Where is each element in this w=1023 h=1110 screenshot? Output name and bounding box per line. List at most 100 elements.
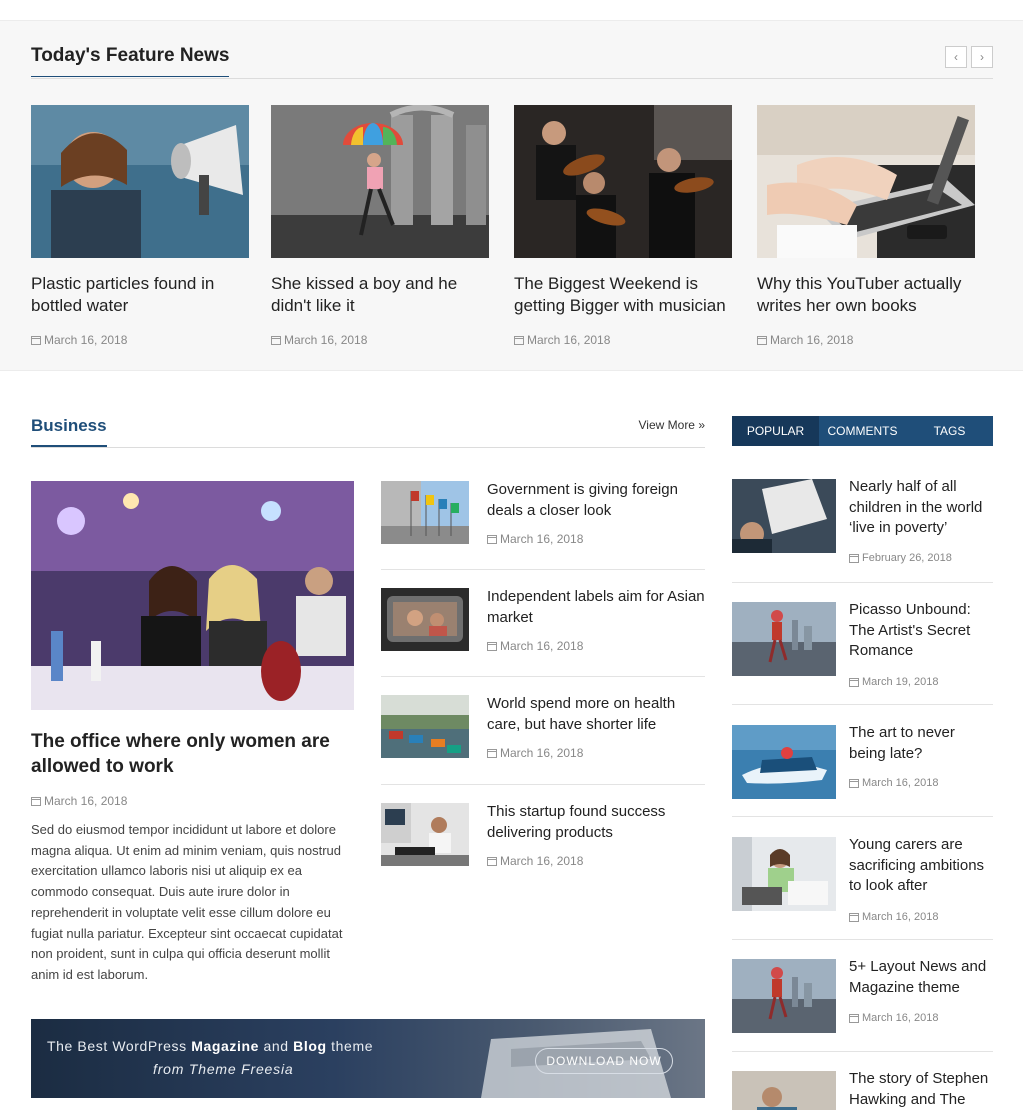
post-image[interactable] (732, 959, 836, 1033)
sidebar-post[interactable]: The story of Stephen Hawking and The (732, 1071, 993, 1110)
feature-image[interactable] (31, 105, 249, 258)
post-image[interactable] (732, 1071, 836, 1110)
date-text: March 16, 2018 (862, 911, 939, 923)
list-item-title[interactable]: Independent labels aim for Asian market (487, 586, 705, 628)
date-text: March 16, 2018 (500, 639, 584, 653)
date-text: March 16, 2018 (500, 854, 584, 868)
chevron-left-icon[interactable]: ‹ (945, 46, 967, 68)
post-date: February 26, 2018 (849, 552, 952, 564)
feature-card-date: March 16, 2018 (757, 333, 975, 347)
calendar-icon (487, 857, 497, 866)
calendar-icon (849, 913, 859, 922)
list-item-date: March 16, 2018 (487, 854, 583, 868)
calendar-icon (487, 642, 497, 651)
main-article-title[interactable]: The office where only women are allowed … (31, 729, 354, 779)
list-item-title[interactable]: This startup found success delivering pr… (487, 801, 705, 843)
date-text: February 26, 2018 (862, 552, 952, 564)
feature-card-title[interactable]: Plastic particles found in bottled water (31, 273, 249, 317)
business-header: Business View More » (31, 416, 705, 448)
main-article-image[interactable] (31, 481, 354, 710)
main-article-excerpt: Sed do eiusmod tempor incididunt ut labo… (31, 822, 343, 982)
date-text: March 16, 2018 (527, 333, 611, 347)
list-item-image[interactable] (381, 588, 469, 651)
divider (732, 704, 993, 705)
feature-card-title[interactable]: The Biggest Weekend is getting Bigger wi… (514, 273, 732, 317)
sidebar-post[interactable]: 5+ Layout News and Magazine theme March … (732, 957, 995, 1051)
list-item-title[interactable]: Government is giving foreign deals a clo… (487, 479, 705, 521)
list-item-image[interactable] (381, 803, 469, 866)
sidebar-post[interactable]: Picasso Unbound: The Artist's Secret Rom… (732, 600, 995, 704)
chevron-right-icon[interactable]: › (971, 46, 993, 68)
calendar-icon (487, 535, 497, 544)
calendar-icon (849, 1014, 859, 1023)
list-item-image[interactable] (381, 695, 469, 758)
divider (381, 784, 705, 785)
date-text: March 19, 2018 (862, 676, 939, 688)
feature-image[interactable] (514, 105, 732, 258)
calendar-icon (849, 779, 859, 788)
feature-card[interactable]: She kissed a boy and he didn't like it M… (271, 105, 489, 347)
feature-image[interactable] (271, 105, 489, 258)
banner-text-bold: Blog (293, 1038, 327, 1054)
post-date: March 16, 2018 (849, 911, 938, 923)
feature-card-title[interactable]: She kissed a boy and he didn't like it (271, 273, 489, 317)
feature-card[interactable]: Why this YouTuber actually writes her ow… (757, 105, 975, 347)
post-image[interactable] (732, 837, 836, 911)
business-list-item[interactable]: This startup found success delivering pr… (381, 803, 705, 893)
list-item-date: March 16, 2018 (487, 746, 583, 760)
post-title[interactable]: The story of Stephen Hawking and The (849, 1071, 993, 1110)
sidebar-post[interactable]: The art to never being late? March 16, 2… (732, 723, 995, 816)
banner-text: The Best WordPress (47, 1038, 192, 1054)
download-now-button[interactable]: DOWNLOAD NOW (535, 1048, 673, 1074)
sidebar-post[interactable]: Young carers are sacrificing ambitions t… (732, 835, 995, 939)
post-title[interactable]: Nearly half of all children in the world… (849, 477, 995, 539)
feature-header: Today's Feature News ‹ › (31, 45, 993, 79)
divider (381, 676, 705, 677)
calendar-icon (514, 336, 524, 345)
feature-card[interactable]: Plastic particles found in bottled water… (31, 105, 249, 347)
date-text: March 16, 2018 (862, 1012, 939, 1024)
business-main-article: The office where only women are allowed … (31, 481, 354, 986)
feature-card[interactable]: The Biggest Weekend is getting Bigger wi… (514, 105, 732, 347)
tab-comments[interactable]: COMMENTS (819, 416, 906, 446)
list-item-date: March 16, 2018 (487, 639, 583, 653)
calendar-icon (849, 554, 859, 563)
post-title[interactable]: 5+ Layout News and Magazine theme (849, 957, 995, 998)
feature-card-date: March 16, 2018 (31, 333, 249, 347)
date-text: March 16, 2018 (500, 532, 584, 546)
main-article-date: March 16, 2018 (31, 794, 354, 808)
date-text: March 16, 2018 (770, 333, 854, 347)
feature-card-title[interactable]: Why this YouTuber actually writes her ow… (757, 273, 975, 317)
business-list-item[interactable]: World spend more on health care, but hav… (381, 695, 705, 785)
post-title[interactable]: The art to never being late? (849, 723, 995, 764)
post-date: March 19, 2018 (849, 676, 938, 688)
banner-text: and (259, 1038, 294, 1054)
divider (732, 939, 993, 940)
view-more-link[interactable]: View More » (639, 418, 705, 432)
post-image[interactable] (732, 479, 836, 553)
calendar-icon (757, 336, 767, 345)
post-image[interactable] (732, 602, 836, 676)
post-image[interactable] (732, 725, 836, 799)
feature-title: Today's Feature News (31, 45, 230, 77)
post-date: March 16, 2018 (849, 1012, 938, 1024)
list-item-image[interactable] (381, 481, 469, 544)
sidebar-post[interactable]: Nearly half of all children in the world… (732, 477, 995, 583)
business-list-item[interactable]: Independent labels aim for Asian market … (381, 588, 705, 678)
feature-image[interactable] (757, 105, 975, 258)
date-text: March 16, 2018 (500, 746, 584, 760)
calendar-icon (271, 336, 281, 345)
promo-banner[interactable]: The Best WordPress Magazine and Blog the… (31, 1019, 705, 1098)
business-title: Business (31, 416, 107, 447)
post-date: March 16, 2018 (849, 777, 938, 789)
post-title[interactable]: Picasso Unbound: The Artist's Secret Rom… (849, 600, 995, 662)
divider (732, 582, 993, 583)
tab-tags[interactable]: TAGS (906, 416, 993, 446)
tab-popular[interactable]: POPULAR (732, 416, 819, 446)
business-list-item[interactable]: Government is giving foreign deals a clo… (381, 481, 705, 571)
list-item-title[interactable]: World spend more on health care, but hav… (487, 693, 705, 735)
date-text: March 16, 2018 (284, 333, 368, 347)
sidebar-tabs: POPULAR COMMENTS TAGS (732, 416, 993, 446)
post-title[interactable]: Young carers are sacrificing ambitions t… (849, 835, 995, 897)
calendar-icon (31, 797, 41, 806)
